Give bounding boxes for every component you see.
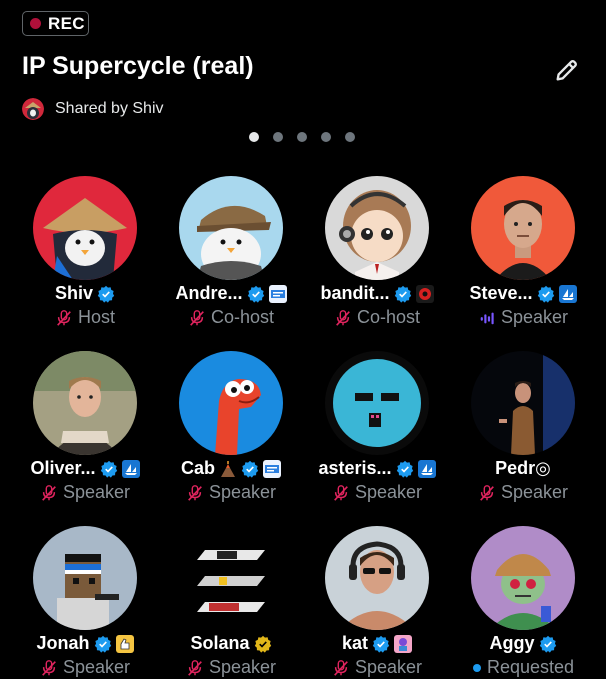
affiliate-badge-icon xyxy=(121,459,140,478)
mic-muted-icon xyxy=(188,659,202,676)
verified-blue-icon xyxy=(97,285,115,303)
participant-role: Co-host xyxy=(356,307,421,327)
avatar xyxy=(471,351,575,455)
participant-name: Cab xyxy=(180,458,215,478)
participant-role: Co-host xyxy=(210,307,275,327)
mic-muted-icon xyxy=(57,309,71,326)
avatar xyxy=(325,526,429,630)
verified-blue-icon xyxy=(372,635,390,653)
rec-label: REC xyxy=(48,13,85,33)
participant-tile[interactable]: Jonah Speaker xyxy=(12,520,158,679)
participant-name: bandit... xyxy=(320,283,390,303)
avatar xyxy=(33,351,137,455)
affiliate-badge-icon xyxy=(115,634,134,653)
affiliate-badge-icon xyxy=(417,459,436,478)
verified-blue-icon xyxy=(537,285,554,303)
participant-tile[interactable]: Pedr◎ Speaker xyxy=(450,345,596,515)
participant-role: Speaker xyxy=(354,657,423,677)
participant-role: Speaker xyxy=(62,657,131,677)
participant-name: Pedr◎ xyxy=(495,458,551,478)
shared-by-label: Shared by Shiv xyxy=(55,100,164,117)
participant-tile[interactable]: asteris... Speaker xyxy=(304,345,450,515)
verified-blue-icon xyxy=(241,460,259,478)
page-dot[interactable] xyxy=(345,132,355,142)
edit-pencil-icon[interactable] xyxy=(553,56,581,84)
participant-name: Steve... xyxy=(469,283,533,303)
page-dot[interactable] xyxy=(273,132,283,142)
affiliate-badge-icon xyxy=(394,634,412,653)
participant-tile[interactable]: Cab Speaker xyxy=(158,345,304,515)
requested-dot-icon xyxy=(472,663,481,672)
volcano-emoji-icon xyxy=(221,460,235,477)
participant-tile[interactable]: Solana Speaker xyxy=(158,520,304,679)
avatar xyxy=(179,176,283,280)
avatar xyxy=(33,176,137,280)
mic-muted-icon xyxy=(336,309,350,326)
affiliate-badge-icon xyxy=(415,284,434,303)
participant-role: Speaker xyxy=(500,482,569,502)
participant-tile[interactable]: kat Speaker xyxy=(304,520,450,679)
mic-muted-icon xyxy=(42,484,56,501)
participant-tile[interactable]: Steve... Speaker xyxy=(450,170,596,340)
participant-role: Speaker xyxy=(208,482,277,502)
avatar xyxy=(179,351,283,455)
participant-tile[interactable]: Shiv Host xyxy=(12,170,158,340)
affiliate-badge-icon xyxy=(263,459,281,478)
avatar xyxy=(471,176,575,280)
page-dot[interactable] xyxy=(249,132,259,142)
participant-tile[interactable]: Aggy Requested xyxy=(450,520,596,679)
avatar xyxy=(325,351,429,455)
avatar xyxy=(325,176,429,280)
participant-name: Andre... xyxy=(175,283,243,303)
verified-blue-icon xyxy=(394,285,411,303)
participant-role: Speaker xyxy=(208,657,277,677)
mic-muted-icon xyxy=(480,484,494,501)
participant-name: Oliver... xyxy=(30,458,96,478)
participant-role: Host xyxy=(77,307,115,327)
verified-blue-icon xyxy=(247,285,264,303)
verified-blue-icon xyxy=(100,460,117,478)
participant-name: asteris... xyxy=(318,458,392,478)
participant-name: Aggy xyxy=(489,633,535,653)
verified-gold-icon xyxy=(254,635,271,653)
shared-by-avatar xyxy=(22,98,44,120)
participant-role: Speaker xyxy=(62,482,131,502)
avatar xyxy=(179,526,283,630)
participant-tile[interactable]: Oliver... Speaker xyxy=(12,345,158,515)
participant-name: Solana xyxy=(190,633,250,653)
space-title: IP Supercycle (real) xyxy=(22,52,254,80)
mic-muted-icon xyxy=(334,484,348,501)
recording-indicator: REC xyxy=(22,11,89,36)
participant-role: Speaker xyxy=(500,307,569,327)
mic-muted-icon xyxy=(188,484,202,501)
participant-name: kat xyxy=(341,633,368,653)
page-indicator[interactable] xyxy=(249,132,355,142)
page-dot[interactable] xyxy=(297,132,307,142)
verified-blue-icon xyxy=(94,635,111,653)
participant-name: Jonah xyxy=(36,633,90,653)
participant-name: Shiv xyxy=(54,283,93,303)
page-dot[interactable] xyxy=(321,132,331,142)
mic-muted-icon xyxy=(42,659,56,676)
affiliate-badge-icon xyxy=(558,284,577,303)
participant-tile[interactable]: bandit... Co-host xyxy=(304,170,450,340)
participant-tile[interactable]: Andre... Co-host xyxy=(158,170,304,340)
shared-by-row[interactable]: Shared by Shiv xyxy=(22,97,164,121)
avatar xyxy=(471,526,575,630)
speaking-waves-icon xyxy=(480,312,494,324)
mic-muted-icon xyxy=(334,659,348,676)
mic-muted-icon xyxy=(190,309,204,326)
verified-blue-icon xyxy=(396,460,413,478)
avatar xyxy=(33,526,137,630)
affiliate-badge-icon xyxy=(268,284,287,303)
verified-blue-icon xyxy=(539,635,556,653)
participant-role: Speaker xyxy=(354,482,423,502)
participant-role: Requested xyxy=(486,657,575,677)
record-dot-icon xyxy=(30,18,41,29)
